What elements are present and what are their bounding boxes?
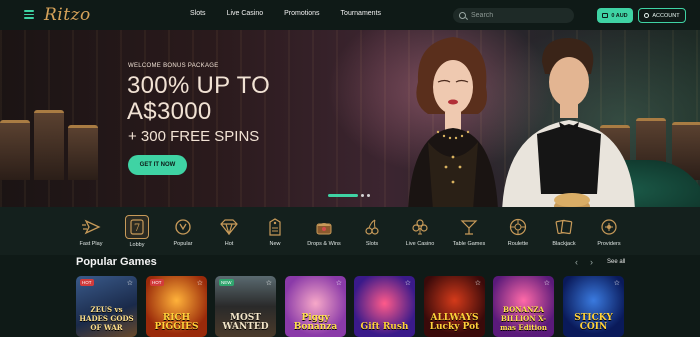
favorite-star-icon[interactable]: ☆ bbox=[614, 279, 620, 287]
game-title: Gift Rush bbox=[360, 322, 409, 332]
hero-subline: + 300 FREE SPINS bbox=[128, 128, 260, 145]
clubs-icon bbox=[409, 216, 431, 238]
main-nav: Slots Live Casino Promotions Tournaments bbox=[190, 10, 381, 17]
game-tile[interactable]: ☆ STICKY COIN bbox=[563, 276, 624, 337]
carousel-dot[interactable] bbox=[361, 194, 364, 197]
hero-banner[interactable]: WELCOME BONUS PACKAGE 300% UP TO A$3000 … bbox=[0, 30, 700, 207]
favorite-star-icon[interactable]: ☆ bbox=[475, 279, 481, 287]
game-title: RICH PIGGIES bbox=[154, 313, 199, 332]
category-lobby[interactable]: 7 Lobby bbox=[115, 215, 159, 248]
lobby-icon: 7 bbox=[125, 215, 149, 239]
category-drops-wins[interactable]: Drops & Wins bbox=[302, 216, 346, 247]
category-providers[interactable]: Providers bbox=[587, 216, 631, 247]
popular-games-title: Popular Games bbox=[76, 256, 157, 268]
diamond-icon bbox=[218, 216, 240, 238]
new-tag-icon bbox=[264, 216, 286, 238]
fast-play-icon bbox=[80, 216, 102, 238]
game-title: ALLWAYS Lucky Pot bbox=[429, 313, 480, 332]
nav-slots[interactable]: Slots bbox=[190, 10, 206, 17]
game-tile[interactable]: ☆ ALLWAYS Lucky Pot bbox=[424, 276, 485, 337]
game-tile[interactable]: ☆ Gift Rush bbox=[354, 276, 415, 337]
balance-label: 0 AUD bbox=[611, 12, 628, 19]
user-icon bbox=[644, 13, 650, 18]
category-label: Providers bbox=[597, 241, 621, 247]
search-box[interactable] bbox=[453, 8, 574, 23]
hero-woman-illustration bbox=[408, 37, 498, 207]
category-label: Table Games bbox=[452, 241, 486, 247]
carousel-indicator bbox=[328, 194, 370, 197]
category-label: Lobby bbox=[129, 242, 145, 248]
category-bar: Fast Play 7 Lobby Popular Hot New Drops … bbox=[0, 207, 700, 255]
next-arrow-icon[interactable]: › bbox=[590, 257, 593, 267]
category-roulette[interactable]: Roulette bbox=[496, 216, 540, 247]
category-blackjack[interactable]: Blackjack bbox=[542, 216, 586, 247]
cherries-icon bbox=[361, 216, 383, 238]
category-table-games[interactable]: Table Games bbox=[447, 216, 491, 247]
providers-icon bbox=[598, 216, 620, 238]
category-live-casino[interactable]: Live Casino bbox=[398, 216, 442, 247]
game-tile[interactable]: ☆ Piggy Bonanza bbox=[285, 276, 346, 337]
game-title: STICKY COIN bbox=[574, 313, 613, 332]
category-label: Hot bbox=[224, 241, 234, 247]
hero-eyebrow: WELCOME BONUS PACKAGE bbox=[128, 63, 219, 69]
category-label: Slots bbox=[365, 241, 379, 247]
game-tile[interactable]: HOT ☆ ZEUS vs HADES GODS OF WAR bbox=[76, 276, 137, 337]
roulette-icon bbox=[507, 216, 529, 238]
get-it-now-button[interactable]: GET IT NOW bbox=[128, 155, 187, 175]
hero-headline: 300% UP TO A$3000 bbox=[127, 73, 270, 125]
account-button[interactable]: ACCOUNT bbox=[638, 8, 686, 23]
favorite-star-icon[interactable]: ☆ bbox=[127, 279, 133, 287]
menu-icon[interactable] bbox=[24, 10, 34, 19]
nav-live-casino[interactable]: Live Casino bbox=[227, 10, 264, 17]
game-badge: NEW bbox=[219, 279, 234, 286]
see-all-link[interactable]: See all bbox=[607, 259, 625, 265]
game-tile[interactable]: NEW ☆ MOST WANTED bbox=[215, 276, 276, 337]
svg-text:7: 7 bbox=[134, 223, 140, 234]
category-label: Drops & Wins bbox=[307, 241, 341, 247]
category-hot[interactable]: Hot bbox=[207, 216, 251, 247]
hero-dealer-illustration bbox=[502, 38, 635, 207]
category-popular[interactable]: Popular bbox=[161, 216, 205, 247]
game-title: ZEUS vs HADES GODS OF WAR bbox=[79, 305, 134, 332]
favorite-star-icon[interactable]: ☆ bbox=[197, 279, 203, 287]
nav-promotions[interactable]: Promotions bbox=[284, 10, 319, 17]
category-label: Fast Play bbox=[79, 241, 103, 247]
game-badge: HOT bbox=[150, 279, 164, 286]
category-label: Live Casino bbox=[405, 241, 435, 247]
game-title: MOST WANTED bbox=[222, 313, 269, 332]
balance-button[interactable]: 0 AUD bbox=[597, 8, 633, 23]
prev-arrow-icon[interactable]: ‹ bbox=[575, 257, 578, 267]
search-icon bbox=[459, 12, 466, 19]
popular-icon bbox=[172, 216, 194, 238]
cards-icon bbox=[553, 216, 575, 238]
favorite-star-icon[interactable]: ☆ bbox=[405, 279, 411, 287]
game-tile[interactable]: ☆ BONANZA BILLION X-mas Edition bbox=[493, 276, 554, 337]
carousel-dot[interactable] bbox=[367, 194, 370, 197]
carousel-dot-active[interactable] bbox=[328, 194, 358, 197]
drops-wins-icon bbox=[313, 216, 335, 238]
category-label: Roulette bbox=[507, 241, 529, 247]
favorite-star-icon[interactable]: ☆ bbox=[336, 279, 342, 287]
account-label: ACCOUNT bbox=[652, 12, 680, 19]
game-title: BONANZA BILLION X-mas Edition bbox=[500, 305, 547, 332]
favorite-star-icon[interactable]: ☆ bbox=[266, 279, 272, 287]
category-label: Popular bbox=[173, 241, 193, 247]
hero-headline-line2: A$3000 bbox=[127, 98, 212, 125]
category-label: Blackjack bbox=[552, 241, 576, 247]
cocktail-icon bbox=[458, 216, 480, 238]
category-slots[interactable]: Slots bbox=[350, 216, 394, 247]
logo[interactable]: Ritzo bbox=[44, 5, 91, 25]
wallet-icon bbox=[602, 13, 609, 18]
category-new[interactable]: New bbox=[253, 216, 297, 247]
hero-headline-line1: 300% UP TO bbox=[127, 72, 271, 99]
nav-tournaments[interactable]: Tournaments bbox=[341, 10, 381, 17]
top-header: Ritzo Slots Live Casino Promotions Tourn… bbox=[0, 0, 700, 30]
category-fast-play[interactable]: Fast Play bbox=[69, 216, 113, 247]
game-badge: HOT bbox=[80, 279, 94, 286]
search-input[interactable] bbox=[471, 12, 561, 19]
game-tile[interactable]: HOT ☆ RICH PIGGIES bbox=[146, 276, 207, 337]
favorite-star-icon[interactable]: ☆ bbox=[544, 279, 550, 287]
category-label: New bbox=[269, 241, 281, 247]
game-title: Piggy Bonanza bbox=[293, 313, 338, 332]
